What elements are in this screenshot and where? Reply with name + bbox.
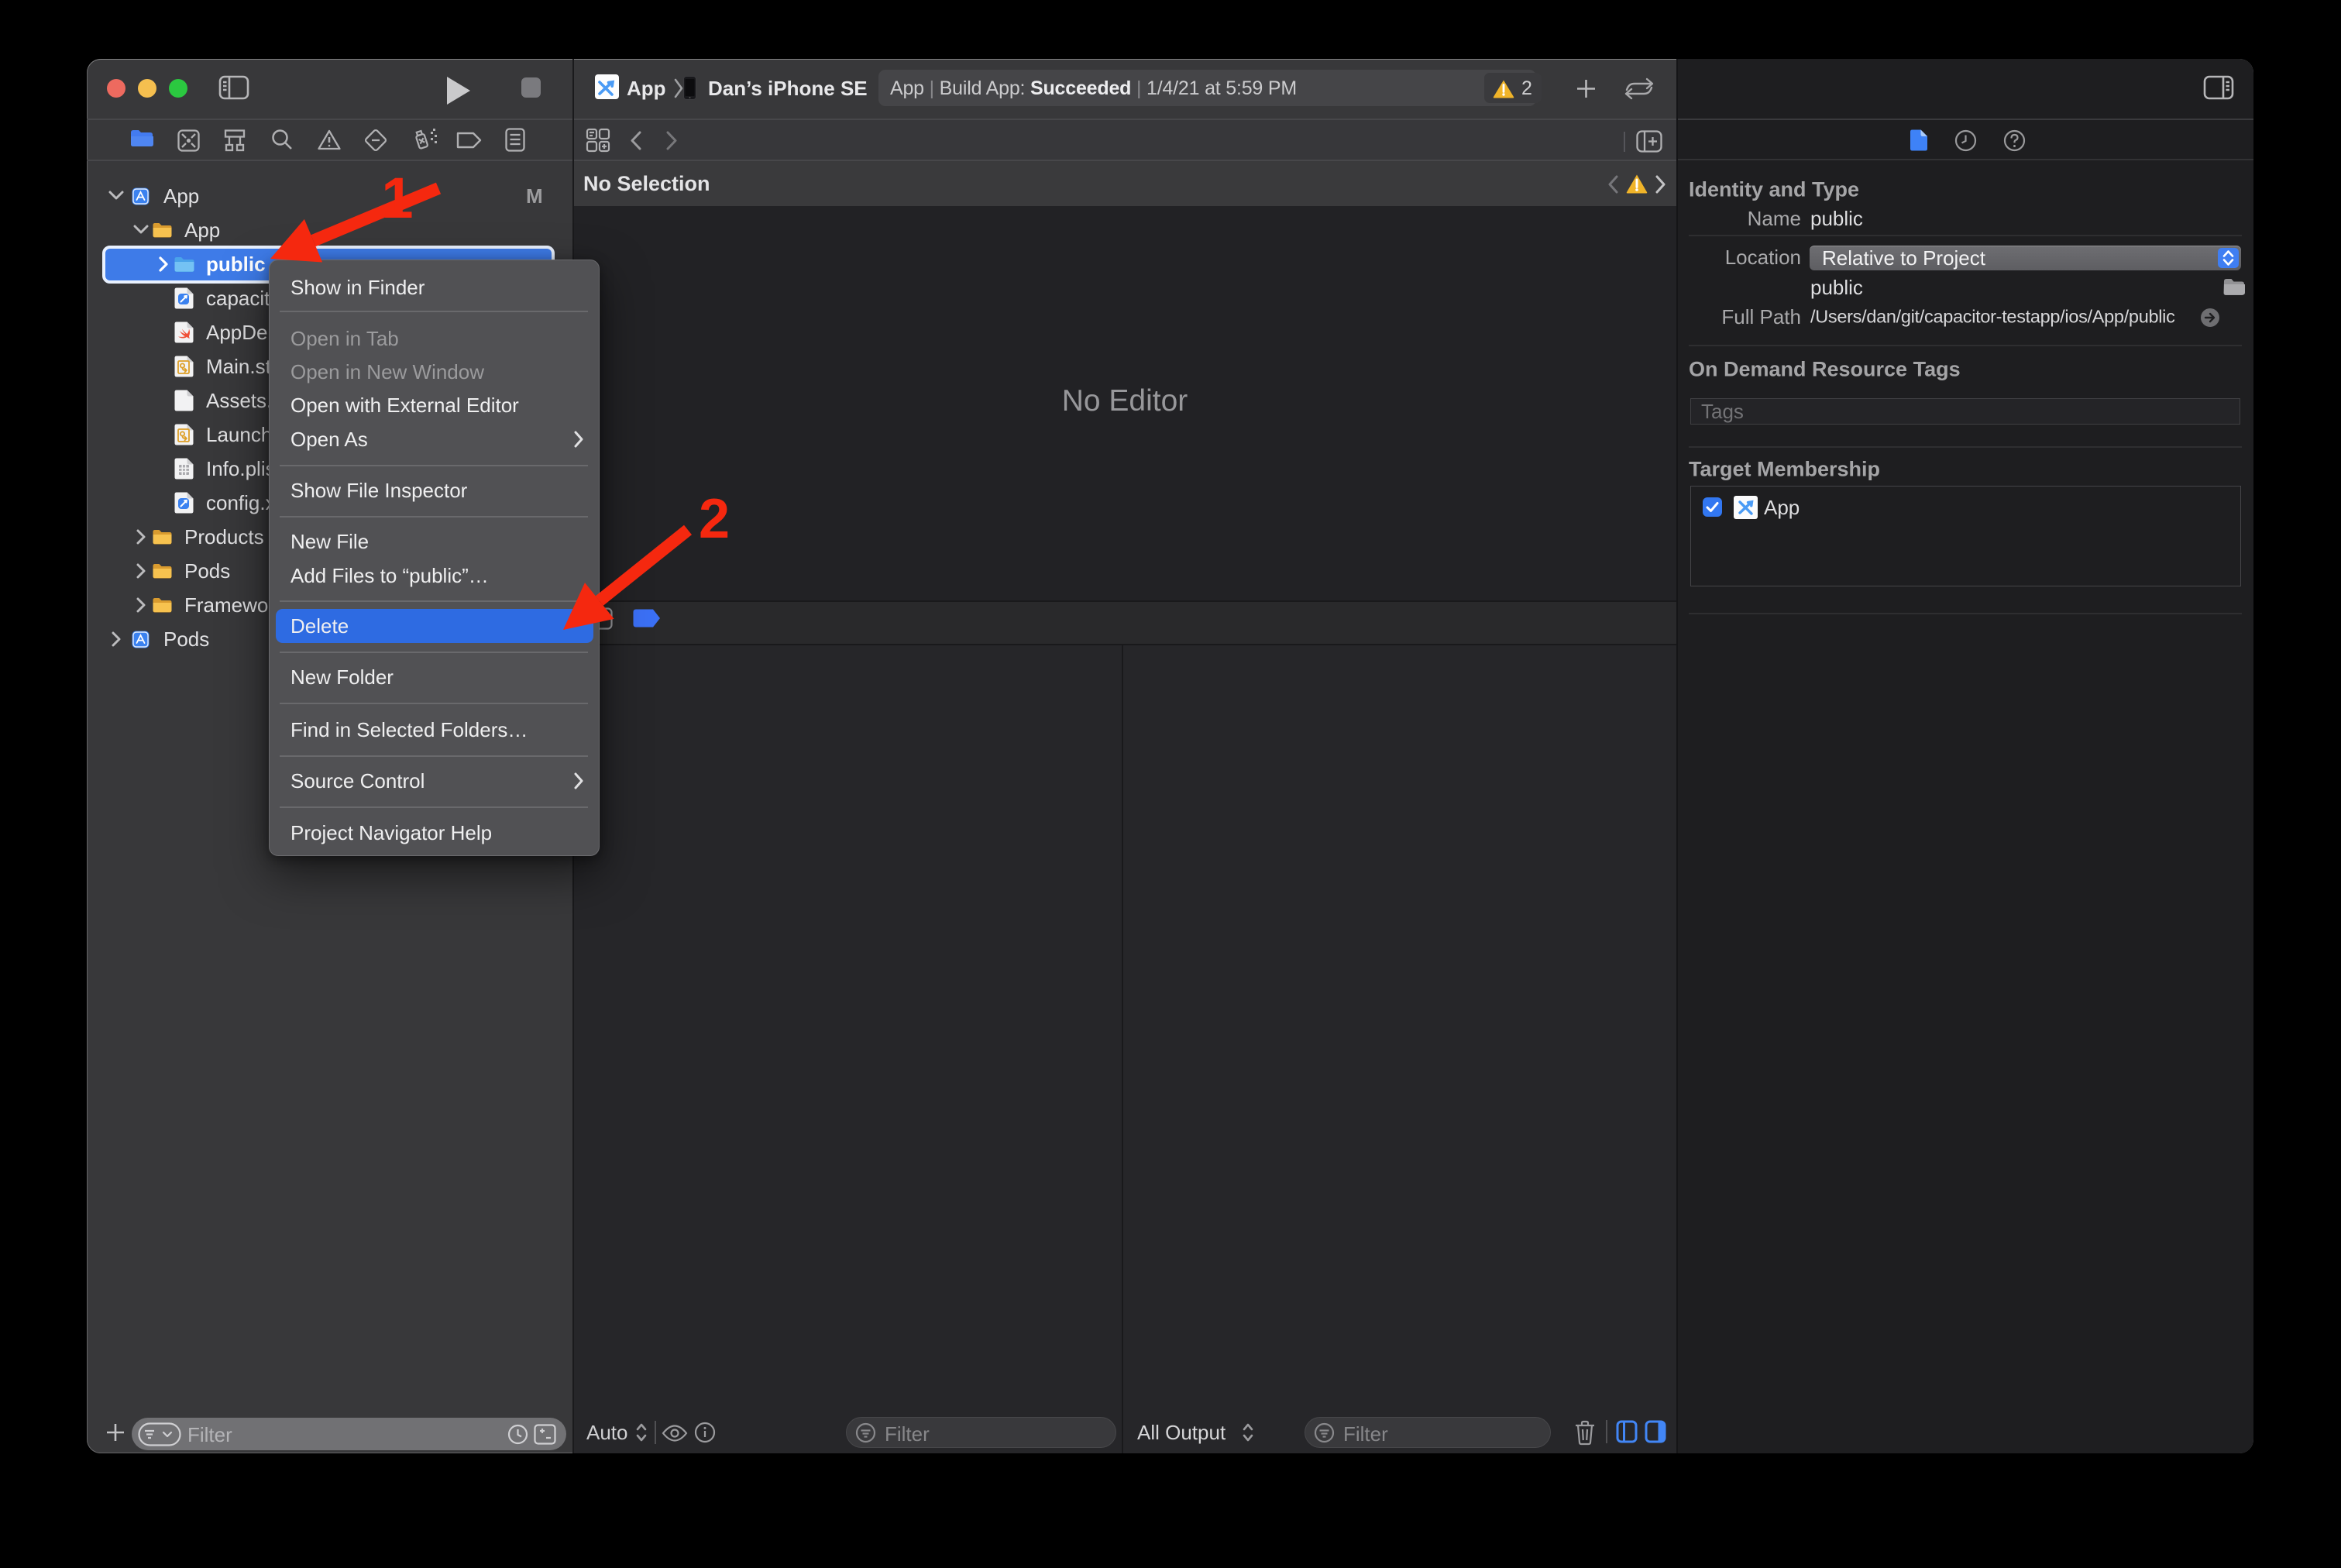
svg-text:1: 1 bbox=[381, 166, 413, 230]
svg-text:2: 2 bbox=[699, 488, 730, 550]
